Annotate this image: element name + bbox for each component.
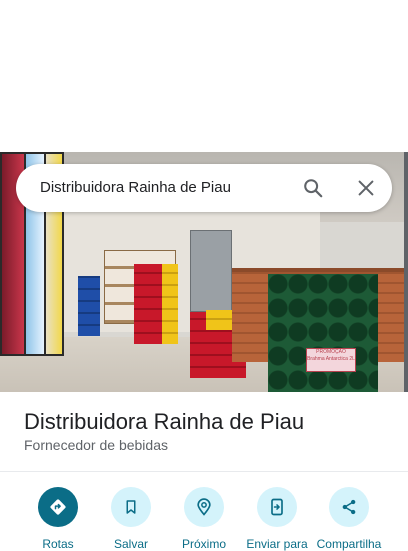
share-button[interactable]: Compartilha (309, 485, 389, 551)
directions-icon (38, 487, 78, 527)
send-to-phone-button[interactable]: Enviar para (237, 485, 317, 551)
photo-door (190, 230, 232, 312)
place-title: Distribuidora Rainha de Piau (24, 409, 305, 434)
share-label: Compartilha (316, 537, 382, 551)
photo-promo-poster: PROMOÇÃO Brahma Antarctica 2L (306, 348, 356, 372)
save-button[interactable]: Salvar (91, 485, 171, 551)
photo-scrollbar[interactable] (404, 152, 408, 392)
save-label: Salvar (113, 537, 148, 551)
nearby-icon (184, 487, 224, 527)
send-to-phone-label: Enviar para (246, 537, 308, 551)
photo-crates (78, 276, 100, 336)
divider (0, 471, 408, 472)
photo-bottle-pyramid (268, 274, 378, 392)
search-icon[interactable] (302, 177, 324, 199)
place-category: Fornecedor de bebidas (24, 437, 168, 453)
map-blank-area (0, 0, 408, 152)
directions-button[interactable]: Rotas (18, 485, 98, 551)
close-icon[interactable] (355, 177, 377, 199)
bookmark-icon (111, 487, 151, 527)
nearby-button[interactable]: Próximo (164, 485, 244, 551)
search-bar[interactable]: Distribuidora Rainha de Piau (16, 164, 392, 212)
photo-crate-stack (134, 264, 164, 344)
nearby-label: Próximo (181, 537, 226, 551)
send-to-phone-icon (257, 487, 297, 527)
search-input[interactable]: Distribuidora Rainha de Piau (40, 179, 231, 196)
directions-label: Rotas (42, 537, 74, 551)
photo-crate-stack (162, 264, 178, 344)
share-icon (329, 487, 369, 527)
